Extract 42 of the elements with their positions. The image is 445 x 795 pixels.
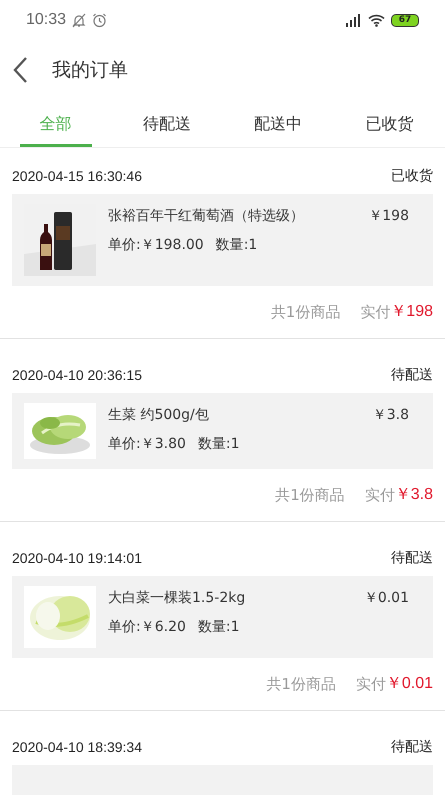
order-date: 2020-04-15 16:30:46 xyxy=(12,167,142,186)
order-date: 2020-04-10 18:39:34 xyxy=(12,738,142,757)
signal-icon xyxy=(344,13,362,27)
quantity: 数量:1 xyxy=(216,236,258,255)
unit-price: 单价:￥3.80 xyxy=(108,435,186,454)
item-count: 共1份商品 xyxy=(275,484,345,506)
order-date: 2020-04-10 19:14:01 xyxy=(12,549,142,568)
order-item-card[interactable]: 生菜 约500g/包 单价:￥3.80 数量:1 ￥3.8 xyxy=(12,393,433,469)
paid-amount: ￥198 xyxy=(390,302,433,322)
unit-price: 单价:￥6.20 xyxy=(108,618,186,637)
page-title: 我的订单 xyxy=(52,58,128,83)
unit-price: 单价:￥198.00 xyxy=(108,236,204,255)
paid-label: 实付 xyxy=(360,302,390,323)
order-status: 待配送 xyxy=(391,738,433,757)
paid-amount: ￥3.8 xyxy=(394,485,433,505)
item-count: 共1份商品 xyxy=(266,674,336,695)
order-status: 待配送 xyxy=(391,549,433,568)
wifi-icon xyxy=(368,14,385,26)
item-count: 共1份商品 xyxy=(270,302,340,323)
tab[interactable]: 配送中 xyxy=(254,112,302,136)
paid-label: 实付 xyxy=(356,674,386,695)
paid-label: 实付 xyxy=(364,484,395,506)
status-time: 10:33 xyxy=(26,10,66,30)
item-price: ￥3.8 xyxy=(372,406,410,425)
product-name: 生菜 约500g/包 xyxy=(108,406,210,425)
tab[interactable]: 待配送 xyxy=(142,112,191,136)
product-name: 大白菜一棵装1.5-2kg xyxy=(108,589,246,608)
quantity: 数量:1 xyxy=(198,435,240,454)
order-date: 2020-04-10 20:36:15 xyxy=(12,366,142,385)
product-name: 张裕百年干红葡萄酒（特选级） xyxy=(108,207,305,226)
alarm-icon xyxy=(92,12,108,28)
item-price: ￥198 xyxy=(368,207,410,226)
paid-amount: ￥0.01 xyxy=(386,674,433,694)
order-item-card[interactable]: 大白菜一棵装1.5-2kg 单价:￥6.20 数量:1 ￥0.01 xyxy=(12,576,433,658)
tab[interactable]: 已收货 xyxy=(365,112,414,136)
order-status: 待配送 xyxy=(391,366,433,385)
battery-indicator: 67 xyxy=(391,14,419,26)
item-price: ￥0.01 xyxy=(364,589,410,608)
order-item-card[interactable]: 张裕百年干红葡萄酒（特选级） 单价:￥198.00 数量:1 ￥198 xyxy=(12,194,433,286)
order-status: 已收货 xyxy=(391,167,433,186)
bell-off-icon xyxy=(72,12,86,28)
quantity: 数量:1 xyxy=(198,618,240,637)
